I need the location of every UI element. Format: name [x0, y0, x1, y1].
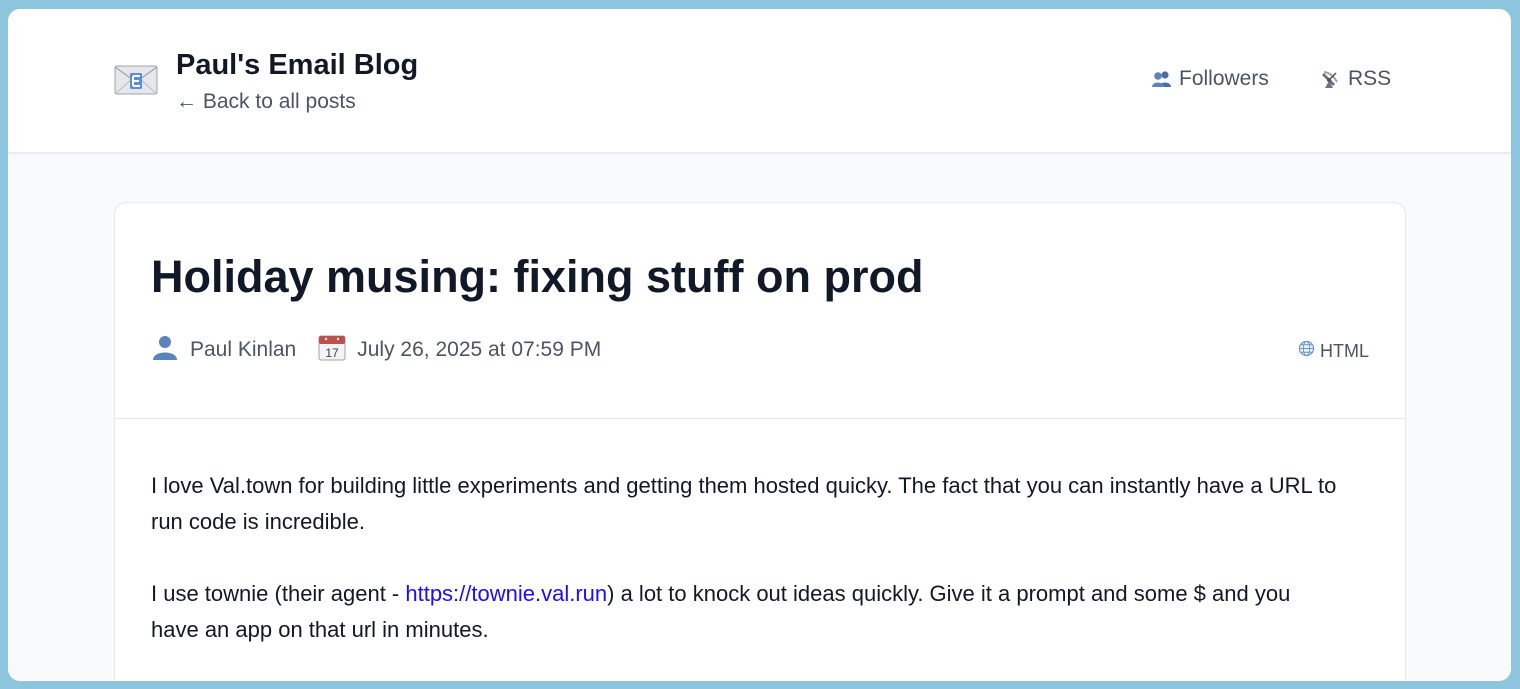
format-label: HTML: [1320, 340, 1369, 361]
rss-link[interactable]: RSS: [1320, 67, 1391, 91]
globe-icon: [1298, 340, 1315, 362]
blog-title[interactable]: Paul's Email Blog: [176, 49, 418, 82]
calendar-day: 17: [326, 346, 340, 360]
site-header: Paul's Email Blog ← Back to all posts Fo…: [8, 9, 1511, 153]
rss-label: RSS: [1348, 67, 1392, 90]
post-content: I love Val.town for building little expe…: [151, 468, 1341, 681]
people-icon: [1151, 70, 1173, 88]
post-title: Holiday musing: fixing stuff on prod: [151, 251, 924, 302]
author-name: Paul Kinlan: [190, 338, 297, 361]
divider: [115, 418, 1405, 419]
followers-label: Followers: [1179, 67, 1269, 90]
post-meta: Paul Kinlan 17 July 26, 2025 at 07:59 PM: [151, 333, 601, 367]
satellite-antenna-icon: [1320, 68, 1342, 90]
post-date: July 26, 2025 at 07:59 PM: [357, 338, 602, 361]
followers-link[interactable]: Followers: [1151, 67, 1269, 91]
paragraph-2-before: I use townie (their agent -: [151, 581, 406, 606]
format-badge: HTML: [1298, 340, 1369, 362]
paragraph-1: I love Val.town for building little expe…: [151, 473, 1337, 534]
paragraph-2: I use townie (their agent - https://town…: [151, 576, 1341, 648]
calendar-icon: 17: [318, 333, 346, 367]
back-to-posts-link[interactable]: ← Back to all posts: [176, 90, 356, 114]
envelope-e-icon: [114, 65, 158, 95]
browser-window: Paul's Email Blog ← Back to all posts Fo…: [8, 9, 1511, 681]
townie-link[interactable]: https://townie.val.run: [405, 581, 607, 606]
person-icon: [151, 333, 179, 367]
post-card: Holiday musing: fixing stuff on prod Pau…: [114, 202, 1406, 681]
